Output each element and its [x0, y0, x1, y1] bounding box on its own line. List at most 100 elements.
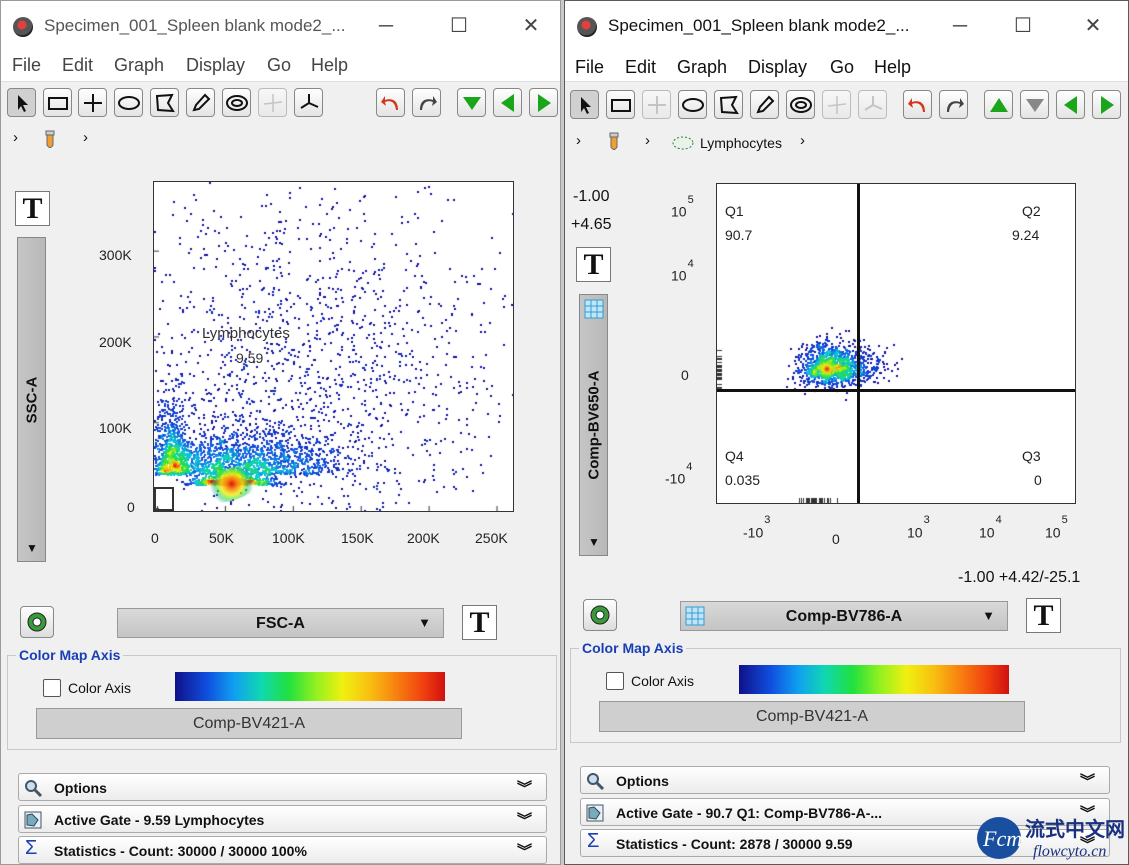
gate-percent: 9.59	[236, 350, 264, 366]
menu-file[interactable]: File	[12, 55, 41, 76]
expand-chevron-icon[interactable]: ︾	[517, 777, 532, 798]
maximize-button[interactable]: ☐	[444, 11, 474, 41]
x-axis-text-button[interactable]: T	[1026, 598, 1061, 633]
spider-tool-button[interactable]	[858, 90, 887, 119]
ellipse-gate-button[interactable]	[114, 88, 143, 117]
color-axis-checkbox[interactable]	[606, 672, 624, 690]
plot-settings-button[interactable]	[583, 599, 617, 631]
expand-chevron-icon[interactable]: ︾	[1080, 770, 1095, 791]
parent-population-button[interactable]	[984, 90, 1013, 119]
bisector-gate-button[interactable]	[822, 90, 851, 119]
sigma-icon: Σ	[25, 837, 38, 859]
menu-edit[interactable]: Edit	[625, 57, 656, 78]
expand-chevron-icon[interactable]: ︾	[517, 809, 532, 830]
next-sample-button[interactable]	[1092, 90, 1121, 119]
concentric-ellipse-icon	[226, 95, 248, 111]
small-gate[interactable]	[154, 487, 174, 511]
menu-go[interactable]: Go	[830, 57, 854, 78]
gate-label[interactable]: Lymphocytes	[202, 325, 290, 342]
next-population-button[interactable]	[1020, 90, 1049, 119]
menu-graph[interactable]: Graph	[114, 55, 164, 76]
color-parameter-selector[interactable]: Comp-BV421-A	[599, 701, 1025, 732]
freehand-gate-button[interactable]	[750, 90, 779, 119]
pointer-tool-button[interactable]	[7, 88, 36, 117]
menu-edit[interactable]: Edit	[62, 55, 93, 76]
redo-button[interactable]	[939, 90, 968, 119]
polygon-gate-button[interactable]	[150, 88, 179, 117]
x-axis-parameter-selector[interactable]: Comp-BV786-A ▼	[680, 601, 1008, 631]
breadcrumb-arrow[interactable]: ›	[13, 129, 18, 146]
undo-button[interactable]	[903, 90, 932, 119]
active-gate-panel[interactable]: Active Gate - 9.59 Lymphocytes ︾	[18, 805, 547, 833]
quadrant-gate-button[interactable]	[78, 88, 107, 117]
close-button[interactable]: ✕	[1078, 11, 1108, 41]
plot-settings-button[interactable]	[20, 606, 54, 638]
expand-chevron-icon[interactable]: ︾	[517, 840, 532, 861]
minimize-button[interactable]: ─	[945, 11, 975, 41]
statistics-label: Statistics - Count: 30000 / 30000 100%	[54, 843, 307, 859]
quadrant-vertical-line[interactable]	[857, 184, 860, 503]
breadcrumb-arrow[interactable]: ›	[576, 132, 581, 149]
y-axis-parameter-selector[interactable]: Comp-BV650-A ▼	[579, 294, 608, 556]
statistics-panel[interactable]: Σ Statistics - Count: 30000 / 30000 100%…	[18, 836, 547, 864]
x-tick: 250K	[475, 530, 508, 546]
previous-sample-button[interactable]	[493, 88, 522, 117]
menu-file[interactable]: File	[575, 57, 604, 78]
options-panel[interactable]: Options ︾	[18, 773, 547, 801]
polygon-gate-button[interactable]	[714, 90, 743, 119]
next-population-button[interactable]	[457, 88, 486, 117]
spider-gate-button[interactable]	[222, 88, 251, 117]
rectangle-gate-button[interactable]	[43, 88, 72, 117]
maximize-button[interactable]: ☐	[1008, 11, 1038, 41]
quadrant-q2-value: 9.24	[1012, 227, 1040, 243]
bisector-gate-button[interactable]	[258, 88, 287, 117]
x-axis-parameter-selector[interactable]: FSC-A ▼	[117, 608, 444, 638]
tube-icon[interactable]	[608, 132, 620, 156]
x-axis-text-button[interactable]: T	[462, 605, 497, 640]
tube-icon[interactable]	[44, 130, 56, 154]
breadcrumb-arrow[interactable]: ›	[800, 132, 805, 149]
breadcrumb-arrow[interactable]: ›	[645, 132, 650, 149]
breadcrumb-population[interactable]: Lymphocytes	[700, 135, 782, 151]
menu-help[interactable]: Help	[874, 57, 911, 78]
rectangle-gate-button[interactable]	[606, 90, 635, 119]
options-panel[interactable]: Options ︾	[580, 766, 1110, 794]
close-button[interactable]: ✕	[516, 11, 546, 41]
y-tick: 200K	[99, 334, 132, 350]
undo-icon	[908, 98, 925, 112]
title-bar[interactable]: Specimen_001_Spleen blank mode2_... ─ ☐ …	[565, 1, 1128, 51]
menu-display[interactable]: Display	[186, 55, 245, 76]
spider-gate-button[interactable]	[786, 90, 815, 119]
arrow-left-icon	[501, 94, 514, 112]
pointer-icon	[581, 97, 591, 114]
quadrant-gate-button[interactable]	[642, 90, 671, 119]
y-axis-text-button[interactable]: T	[15, 191, 50, 226]
menu-display[interactable]: Display	[748, 57, 807, 78]
arrow-up-icon	[990, 98, 1008, 112]
x-tick: 200K	[407, 530, 440, 546]
y-axis-text-button[interactable]: T	[576, 247, 611, 282]
ellipse-gate-button[interactable]	[678, 90, 707, 119]
dot-plot-bv786-bv650[interactable]: Q1 90.7 Q2 9.24 Q3 0 Q4 0.035	[716, 183, 1076, 504]
title-bar[interactable]: Specimen_001_Spleen blank mode2_... ─ ☐ …	[1, 1, 560, 51]
freehand-gate-button[interactable]	[186, 88, 215, 117]
x-tick: 105	[1045, 514, 1068, 541]
pointer-tool-button[interactable]	[570, 90, 599, 119]
redo-button[interactable]	[412, 88, 441, 117]
dot-plot-fsc-ssc[interactable]: Lymphocytes 9.59	[153, 181, 514, 512]
minimize-button[interactable]: ─	[371, 11, 401, 41]
undo-button[interactable]	[376, 88, 405, 117]
menu-go[interactable]: Go	[267, 55, 291, 76]
spider-tool-button[interactable]	[294, 88, 323, 117]
y-axis-parameter-selector[interactable]: SSC-A ▼	[17, 237, 46, 562]
color-parameter-selector[interactable]: Comp-BV421-A	[36, 708, 462, 739]
menu-help[interactable]: Help	[311, 55, 348, 76]
density-plot	[154, 182, 513, 511]
previous-sample-button[interactable]	[1056, 90, 1085, 119]
active-gate-label: Active Gate - 9.59 Lymphocytes	[54, 812, 265, 828]
breadcrumb-arrow[interactable]: ›	[83, 129, 88, 146]
menu-graph[interactable]: Graph	[677, 57, 727, 78]
quadrant-horizontal-line[interactable]	[717, 389, 1075, 392]
next-sample-button[interactable]	[529, 88, 558, 117]
color-axis-checkbox[interactable]	[43, 679, 61, 697]
